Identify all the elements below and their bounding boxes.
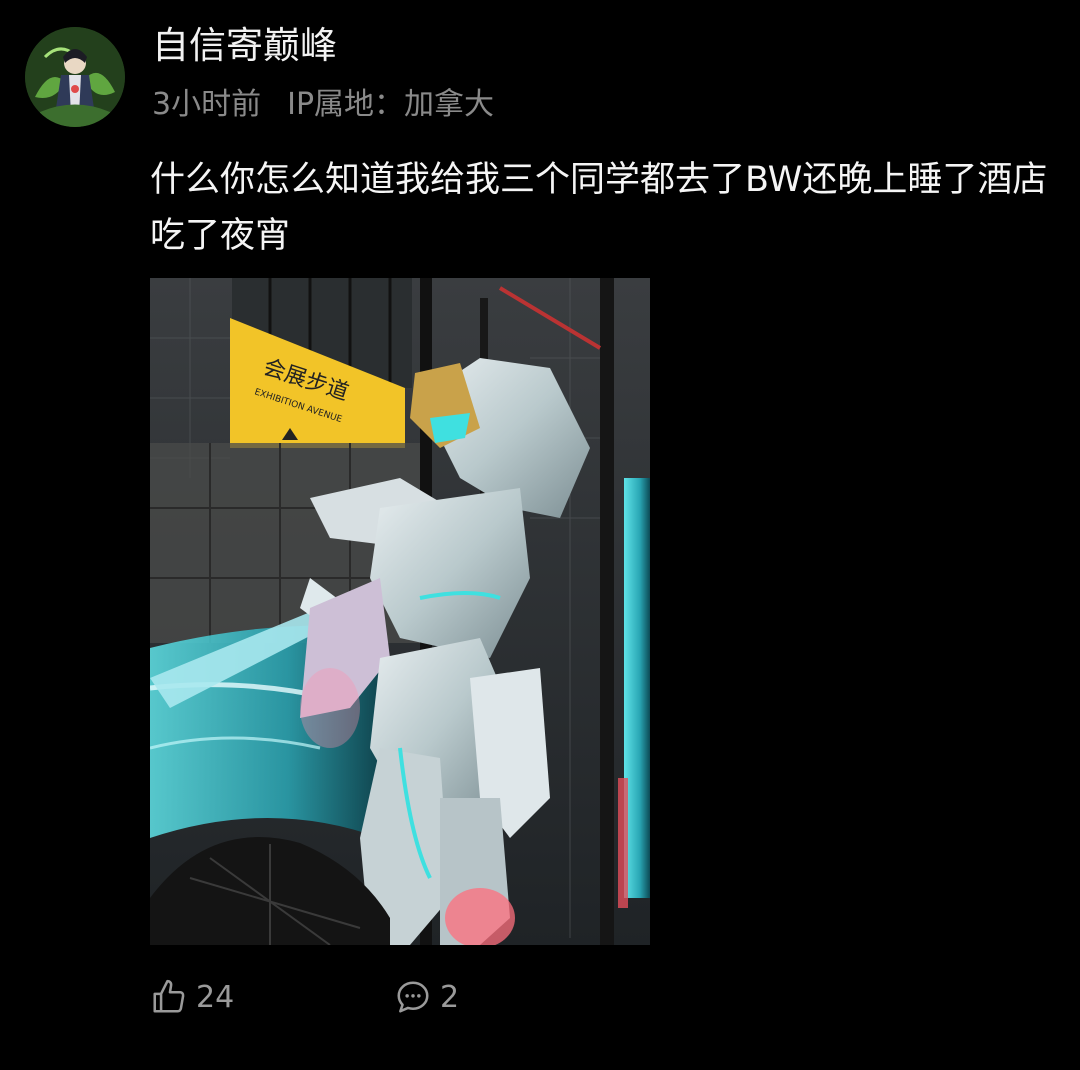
- ip-location: IP属地：加拿大: [287, 87, 495, 122]
- post-text: 什么你怎么知道我给我三个同学都去了BW还晚上睡了酒店吃了夜宵: [150, 160, 1048, 256]
- post-image[interactable]: 会展步道 EXHIBITION AVENUE: [150, 278, 650, 945]
- like-count: 24: [196, 979, 235, 1015]
- mecha-cosplay-photo: 会展步道 EXHIBITION AVENUE: [150, 278, 650, 945]
- post-time: 3小时前: [152, 87, 262, 122]
- comment-button[interactable]: 2: [394, 974, 459, 1020]
- comment-count: 2: [440, 979, 460, 1015]
- action-bar: 24 2: [150, 974, 750, 1020]
- thumbs-up-icon: [153, 979, 185, 1013]
- comment-bubble-icon: [397, 981, 429, 1013]
- avatar[interactable]: [25, 27, 125, 127]
- post-meta: 3小时前 IP属地：加拿大: [152, 84, 494, 126]
- like-button[interactable]: 24: [150, 974, 234, 1020]
- avatar-image: [25, 27, 125, 127]
- author-name[interactable]: 自信寄巅峰: [152, 22, 337, 70]
